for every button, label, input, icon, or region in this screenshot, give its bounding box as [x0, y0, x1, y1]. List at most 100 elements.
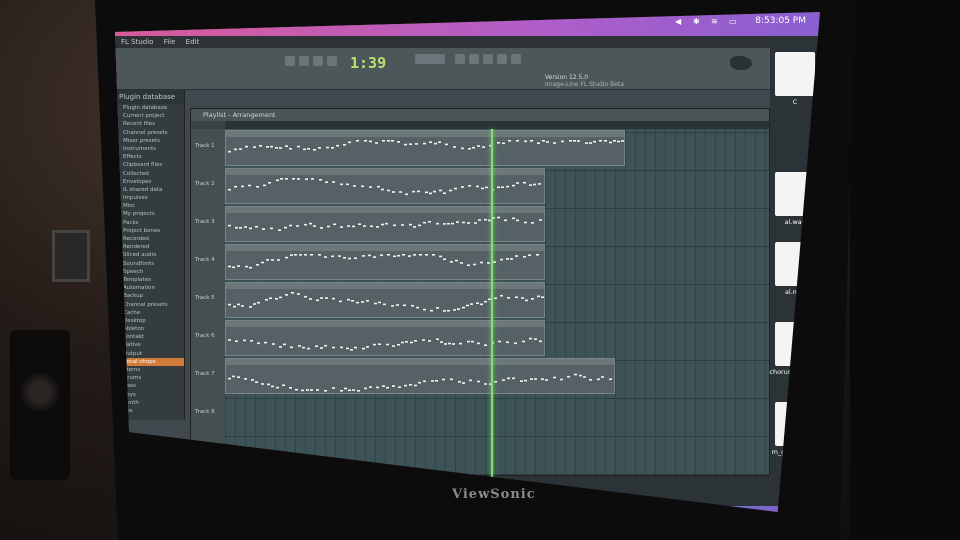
record-button[interactable] [313, 56, 323, 66]
stop-button[interactable] [299, 56, 309, 66]
note-preview [228, 140, 624, 153]
midi-note [416, 306, 419, 309]
midi-note [241, 185, 244, 188]
browser-item[interactable]: Instruments [115, 145, 184, 153]
channel-rack-icon[interactable] [483, 54, 493, 64]
midi-note [264, 341, 267, 344]
browser-item[interactable]: Recent files [115, 120, 184, 128]
track-label[interactable]: Track 5 [195, 295, 215, 301]
browser-item[interactable]: Cache [115, 309, 184, 317]
browser-item[interactable]: Recorded [115, 235, 184, 243]
midi-note [397, 254, 400, 257]
pattern-clip[interactable] [225, 206, 545, 242]
midi-note [289, 224, 292, 227]
track-label[interactable]: Track 1 [195, 143, 215, 149]
midi-note [347, 225, 350, 227]
browser-item[interactable]: Automation [115, 284, 184, 292]
waveform-monitor [415, 54, 445, 64]
desktop-file-icon[interactable] [775, 52, 815, 96]
wifi-icon[interactable]: ≋ [711, 17, 719, 26]
playlist-grid[interactable] [225, 129, 769, 475]
browser-item[interactable]: IL shared data [115, 186, 184, 194]
midi-note [263, 184, 266, 187]
browser-item[interactable]: Collected [115, 170, 184, 178]
track-label[interactable]: Track 7 [195, 371, 215, 377]
track-label[interactable]: Track 3 [195, 219, 215, 225]
pattern-clip[interactable] [225, 320, 545, 356]
midi-note [378, 343, 381, 345]
pattern-clip[interactable] [225, 168, 545, 204]
midi-note [253, 303, 256, 305]
midi-note [261, 383, 264, 385]
midi-note [289, 387, 292, 389]
midi-note [271, 385, 274, 388]
midi-note [369, 140, 372, 143]
browser-item[interactable]: Templates [115, 276, 184, 284]
midi-note [357, 390, 360, 392]
midi-note [541, 378, 544, 380]
browser-item[interactable]: Current project [115, 112, 184, 120]
pattern-clip[interactable] [225, 282, 545, 318]
browser-item[interactable]: Channel presets [115, 129, 184, 137]
midi-note [484, 218, 487, 221]
browser-item[interactable]: Mixer presets [115, 137, 184, 145]
bluetooth-icon[interactable]: ✱ [693, 17, 701, 26]
play-button[interactable] [285, 56, 295, 66]
track-label[interactable]: Track 8 [195, 409, 215, 415]
menu-edit[interactable]: Edit [186, 38, 200, 46]
piano-roll-icon[interactable] [469, 54, 479, 64]
midi-note [289, 148, 292, 150]
browser-item[interactable]: Channel presets [115, 301, 184, 309]
battery-icon[interactable]: ▭ [729, 17, 737, 26]
midi-note [508, 140, 511, 142]
note-preview [228, 337, 542, 351]
browser-item[interactable]: Effects [115, 153, 184, 161]
midi-note [521, 297, 524, 299]
pattern-clip[interactable] [225, 130, 625, 166]
pattern-clip[interactable] [225, 358, 615, 394]
menu-app[interactable]: FL Studio [121, 38, 153, 46]
midi-note [269, 297, 272, 299]
browser-item[interactable]: Backup [115, 292, 184, 300]
menubar-clock[interactable]: 8:53:05 PM [755, 16, 806, 26]
browser-item[interactable]: Plugin database [115, 104, 184, 112]
browser-item[interactable]: Clipboard files [115, 161, 184, 169]
browser-item[interactable]: Soundfonts [115, 260, 184, 268]
volume-icon[interactable]: ◀ [675, 17, 683, 26]
pattern-clip[interactable] [225, 244, 545, 280]
midi-note [233, 305, 236, 308]
playlist-icon[interactable] [455, 54, 465, 64]
browser-item[interactable]: Packs [115, 219, 184, 227]
browser-item[interactable]: Misc [115, 202, 184, 210]
mixer-icon[interactable] [497, 54, 507, 64]
midi-note [309, 298, 312, 300]
midi-note [467, 222, 470, 224]
browser-item[interactable]: Speech [115, 268, 184, 276]
playhead[interactable] [491, 129, 493, 477]
track-label[interactable]: Track 6 [195, 333, 215, 339]
browser-item[interactable]: Rendered [115, 243, 184, 251]
browser-item[interactable]: Envelopes [115, 178, 184, 186]
midi-note [443, 192, 446, 194]
speaker-cone [18, 370, 62, 414]
timeline-ruler[interactable] [225, 121, 769, 129]
midi-note [447, 222, 450, 225]
midi-note [306, 389, 309, 391]
menu-file[interactable]: File [164, 38, 176, 46]
track-label[interactable]: Track 2 [195, 181, 215, 187]
midi-note [320, 347, 323, 349]
browser-icon[interactable] [511, 54, 521, 64]
midi-note [522, 340, 525, 343]
browser-item[interactable]: Desktop [115, 317, 184, 325]
browser-item[interactable]: Project bones [115, 227, 184, 235]
browser-item[interactable]: Sliced audio [115, 251, 184, 259]
track-label[interactable]: Track 4 [195, 257, 215, 263]
midi-note [249, 266, 252, 269]
midi-note [228, 339, 231, 341]
midi-note [311, 178, 314, 180]
browser-item[interactable]: My projects [115, 210, 184, 218]
browser-item[interactable]: Impulses [115, 194, 184, 202]
pattern-song-toggle[interactable] [327, 56, 337, 66]
midi-note [228, 303, 231, 306]
midi-note [423, 142, 426, 145]
